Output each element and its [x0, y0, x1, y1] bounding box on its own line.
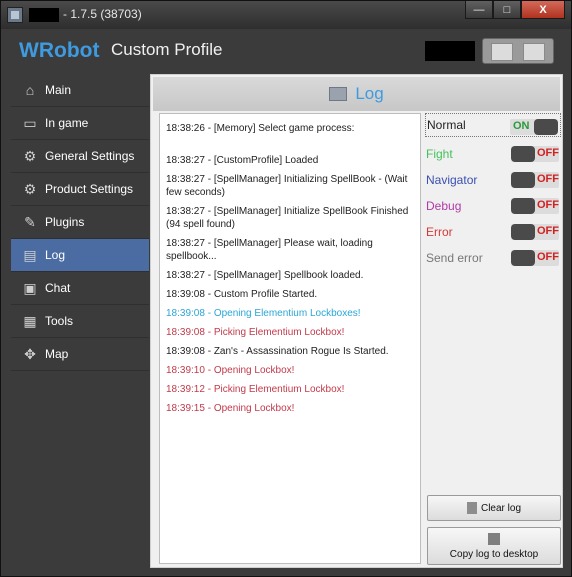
log-panel: Log 18:38:26 - [Memory] Select game proc…	[150, 74, 563, 568]
clear-log-label: Clear log	[480, 502, 522, 514]
log-filters: Normal ON Fight OFF Navigator OFF Debug OFF Erro…	[425, 113, 561, 273]
calculator-icon: ▦	[23, 312, 37, 329]
trash-icon	[466, 502, 477, 514]
filter-debug: Debug OFF	[425, 193, 561, 219]
sidebar-item-main[interactable]: ⌂ Main	[11, 74, 149, 107]
log-line: 18:39:15 - Opening Lockbox!	[166, 403, 295, 414]
toggle-state: ON	[513, 120, 530, 132]
gears-icon: ⚙	[23, 180, 37, 197]
filter-navigator: Navigator OFF	[425, 167, 561, 193]
toggle-state: OFF	[537, 173, 559, 185]
page-title: Log	[355, 84, 384, 103]
filter-label: Navigator	[426, 173, 478, 187]
pause-icon	[491, 43, 513, 61]
maximize-button[interactable]: □	[493, 1, 521, 19]
filter-error: Error OFF	[425, 219, 561, 245]
sidebar-item-plugins[interactable]: ✎ Plugins	[11, 206, 149, 239]
sidebar-item-product-settings[interactable]: ⚙ Product Settings	[11, 173, 149, 206]
filter-normal: Normal ON	[425, 113, 561, 137]
sidebar-item-label: In game	[45, 116, 89, 130]
clear-log-button[interactable]: Clear log	[427, 495, 561, 521]
plug-icon: ✎	[24, 213, 36, 230]
app-header: WRobot Custom Profile	[11, 31, 562, 73]
log-lines: 18:38:26 - [Memory] Select game process:…	[160, 114, 420, 415]
filter-label: Send error	[426, 251, 483, 265]
log-line: 18:38:27 - [SpellManager] Initialize Spe…	[166, 206, 409, 230]
redacted-header-block	[425, 41, 475, 61]
toggle-state: OFF	[537, 251, 559, 263]
gear-icon: ⚙	[23, 147, 37, 164]
filter-toggle[interactable]: OFF	[511, 198, 559, 214]
chat-icon: ▣	[23, 279, 37, 296]
filter-label: Debug	[426, 199, 462, 213]
window-title: - 1.7.5 (38703)	[63, 7, 142, 21]
log-line: 18:38:27 - [SpellManager] Initializing S…	[166, 174, 408, 198]
log-icon: ▤	[23, 246, 37, 263]
log-icon	[329, 87, 348, 101]
sidebar-item-in-game[interactable]: ▭ In game	[11, 107, 149, 140]
app-window: - 1.7.5 (38703) — □ X WRobot Custom Prof…	[0, 0, 572, 577]
filter-send-error: Send error OFF	[425, 245, 561, 271]
close-button[interactable]: X	[521, 1, 565, 19]
toggle-state: OFF	[537, 199, 559, 211]
sidebar-item-label: General Settings	[45, 149, 135, 163]
sidebar-item-log[interactable]: ▤ Log	[11, 239, 149, 272]
sidebar-item-label: Map	[45, 347, 69, 361]
title-bar[interactable]: - 1.7.5 (38703) — □ X	[1, 1, 571, 29]
sidebar-item-label: Product Settings	[45, 182, 134, 196]
copy-log-label: Copy log to desktop	[449, 548, 539, 560]
log-line: 18:38:27 - [SpellManager] Spellbook load…	[166, 270, 364, 281]
filter-toggle[interactable]: OFF	[511, 146, 559, 162]
log-line: 18:39:08 - Opening Elementium Lockboxes!	[166, 308, 361, 319]
filter-toggle[interactable]: OFF	[511, 224, 559, 240]
log-output[interactable]: 18:38:26 - [Memory] Select game process:…	[159, 113, 421, 564]
save-icon	[488, 532, 500, 545]
log-line: 18:38:26 - [Memory] Select game process:	[166, 123, 355, 134]
sidebar-item-label: Plugins	[45, 215, 85, 229]
window-controls: — □ X	[465, 1, 565, 21]
app-icon	[7, 7, 23, 23]
filter-label: Error	[426, 225, 453, 239]
log-line: 18:39:08 - Custom Profile Started.	[166, 289, 318, 300]
copy-log-button[interactable]: Copy log to desktop	[427, 527, 561, 565]
brand-logo: WRobot	[19, 39, 100, 62]
log-line: 18:38:27 - [CustomProfile] Loaded	[166, 155, 319, 166]
filter-fight: Fight OFF	[425, 141, 561, 167]
filter-toggle[interactable]: ON	[510, 119, 558, 135]
log-line: 18:39:12 - Picking Elementium Lockbox!	[166, 384, 345, 395]
sidebar-item-label: Tools	[45, 314, 74, 328]
home-icon: ⌂	[25, 82, 35, 98]
sidebar-item-label: Chat	[45, 281, 71, 295]
sidebar-item-tools[interactable]: ▦ Tools	[11, 305, 149, 338]
sidebar-item-chat[interactable]: ▣ Chat	[11, 272, 149, 305]
sidebar-item-label: Main	[45, 83, 72, 97]
toggle-state: OFF	[537, 225, 559, 237]
sidebar-item-general-settings[interactable]: ⚙ General Settings	[11, 140, 149, 173]
start-pause-toggle[interactable]	[482, 38, 554, 64]
map-icon: ✥	[24, 345, 36, 362]
sidebar-item-label: Log	[45, 248, 66, 262]
log-line: 18:39:08 - Picking Elementium Lockbox!	[166, 327, 345, 338]
log-line: 18:39:08 - Zan's - Assassination Rogue I…	[166, 346, 389, 357]
filter-label: Normal	[427, 118, 466, 132]
monitor-icon: ▭	[23, 114, 37, 131]
filter-toggle[interactable]: OFF	[511, 172, 559, 188]
sidebar-item-map[interactable]: ✥ Map	[11, 338, 149, 371]
minimize-button[interactable]: —	[465, 1, 493, 19]
redacted-title	[29, 8, 59, 22]
filter-toggle[interactable]: OFF	[511, 250, 559, 266]
stop-icon	[523, 43, 545, 61]
log-line: 18:39:10 - Opening Lockbox!	[166, 365, 295, 376]
toggle-state: OFF	[537, 147, 559, 159]
log-line: 18:38:27 - [SpellManager] Please wait, l…	[166, 238, 373, 262]
filter-label: Fight	[426, 147, 453, 161]
panel-header: Log	[153, 77, 560, 111]
profile-title: Custom Profile	[111, 40, 223, 59]
sidebar: ⌂ Main ▭ In game ⚙ General Settings ⚙ Pr…	[11, 74, 149, 568]
